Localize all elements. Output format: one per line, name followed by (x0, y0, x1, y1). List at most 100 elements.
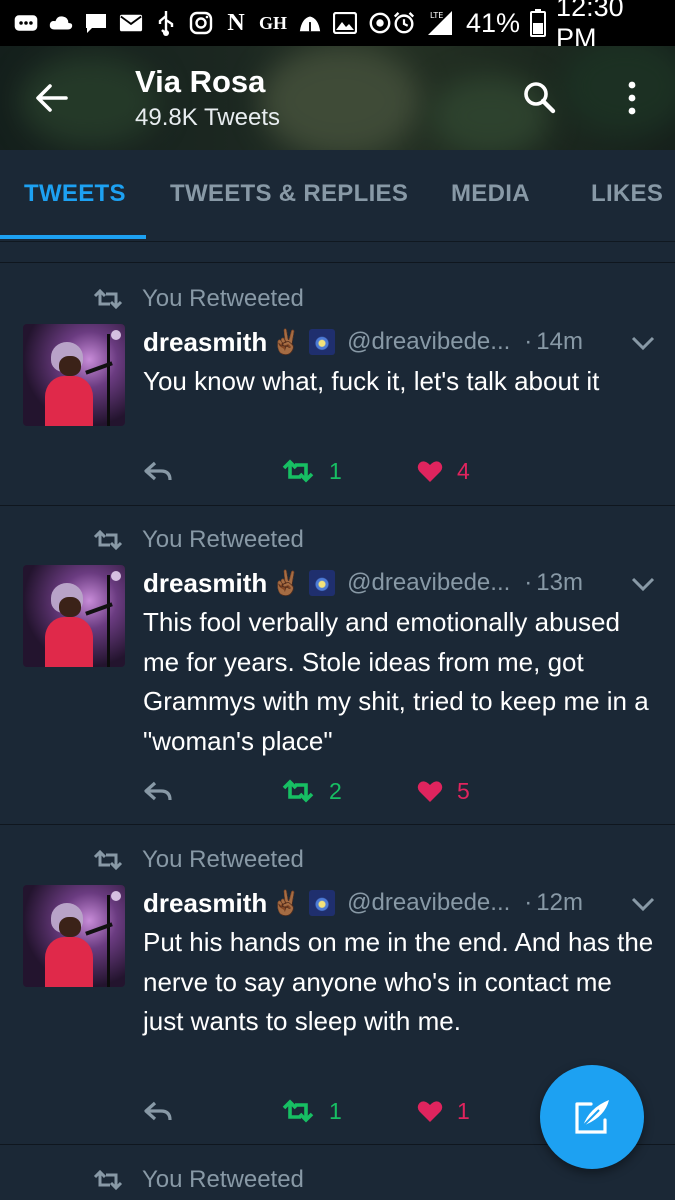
app-root: N GH LTE 41% 12:30 PM Via Rosa 49.8K Twe… (0, 0, 675, 1200)
battery-icon (530, 9, 547, 37)
svg-text:LTE: LTE (430, 11, 443, 20)
notification-icons: N GH (14, 10, 392, 36)
tweet-item[interactable]: You Retweeted (0, 1165, 675, 1200)
like-count: 4 (457, 457, 470, 484)
retweet-label: You Retweeted (142, 285, 304, 312)
search-icon (524, 82, 556, 114)
retweet-button[interactable]: 1 (281, 1095, 342, 1127)
reply-button[interactable] (143, 775, 173, 807)
retweet-count: 1 (329, 457, 342, 484)
timestamp[interactable]: 13m (536, 569, 583, 597)
alarm-icon (392, 11, 416, 35)
chevron-down-icon[interactable] (630, 575, 656, 593)
retweet-context: You Retweeted (92, 525, 304, 555)
instagram-icon (189, 11, 213, 35)
status-bar: N GH LTE 41% 12:30 PM (0, 0, 675, 53)
retweet-count: 1 (329, 1097, 342, 1124)
retweet-icon (282, 459, 314, 483)
retweet-context: You Retweeted (92, 1165, 304, 1195)
reply-icon (144, 1101, 172, 1121)
tweet-header: dreasmith ✌🏾 @dreavibede... · 12m (143, 885, 583, 921)
page-title: Via Rosa (135, 64, 266, 99)
cloud-icon (49, 11, 73, 35)
display-name[interactable]: dreasmith (143, 568, 267, 599)
retweet-icon (282, 779, 314, 803)
user-handle[interactable]: @dreavibede... (347, 889, 510, 917)
retweet-button[interactable]: 2 (281, 775, 342, 807)
reply-button[interactable] (143, 455, 173, 487)
compose-tweet-button[interactable] (540, 1065, 644, 1169)
active-tab-indicator (0, 235, 146, 239)
like-button[interactable]: 4 (417, 455, 470, 487)
divider (0, 262, 675, 263)
heart-icon (417, 461, 443, 482)
retweet-label: You Retweeted (142, 1166, 304, 1193)
avatar[interactable] (23, 324, 125, 426)
signal-icon: LTE (426, 11, 456, 35)
display-name[interactable]: dreasmith (143, 888, 267, 919)
like-count: 1 (457, 1097, 470, 1124)
retweet-context: You Retweeted (92, 284, 304, 314)
tweet-item[interactable]: You Retweeted dreasmith ✌🏾 @dreavibede..… (0, 284, 675, 506)
more-icon (14, 11, 38, 35)
tab-likes[interactable]: LIKES (591, 180, 663, 208)
retweet-count: 2 (329, 777, 342, 804)
reply-icon (144, 781, 172, 801)
tweet-actions: 1 4 (143, 455, 543, 487)
tab-tweets[interactable]: TWEETS (24, 180, 126, 208)
netflix-icon: N (227, 10, 245, 36)
tweet-text: This fool verbally and emotionally abuse… (143, 607, 649, 756)
sparkler-emoji-icon (309, 329, 336, 355)
retweet-icon (93, 849, 123, 871)
more-vertical-icon (628, 81, 636, 115)
like-button[interactable]: 5 (417, 775, 470, 807)
display-name[interactable]: dreasmith (143, 327, 267, 358)
signal-tower-icon (298, 11, 322, 35)
sync-icon (368, 11, 392, 35)
back-button[interactable] (32, 80, 72, 116)
tab-tweets-and-replies[interactable]: TWEETS & REPLIES (170, 180, 408, 208)
heart-icon (417, 1101, 443, 1122)
sparkler-emoji-icon (309, 890, 336, 916)
reply-button[interactable] (143, 1095, 173, 1127)
avatar[interactable] (23, 885, 125, 987)
like-button[interactable]: 1 (417, 1095, 470, 1127)
retweet-icon (282, 1099, 314, 1123)
retweet-icon (93, 288, 123, 310)
chevron-down-icon[interactable] (630, 895, 656, 913)
retweet-label: You Retweeted (142, 526, 304, 553)
mail-icon (119, 11, 143, 35)
tweet-item[interactable]: You Retweeted dreasmith ✌🏾 @dreavibede..… (0, 525, 675, 825)
tweet-actions: 1 1 (143, 1095, 543, 1127)
separator-dot: · (524, 569, 533, 596)
tweet-count: 49.8K Tweets (135, 104, 280, 131)
tab-media[interactable]: MEDIA (451, 180, 530, 208)
gh-icon: GH (259, 13, 288, 33)
tweet-text: Put his hands on me in the end. And has … (143, 927, 654, 1036)
retweet-label: You Retweeted (142, 846, 304, 873)
chevron-down-icon[interactable] (630, 334, 656, 352)
image-icon (333, 11, 357, 35)
search-button[interactable] (520, 78, 560, 118)
user-handle[interactable]: @dreavibede... (347, 328, 510, 356)
timestamp[interactable]: 12m (536, 889, 583, 917)
tweet-actions: 2 5 (143, 775, 543, 807)
user-handle[interactable]: @dreavibede... (347, 569, 510, 597)
sparkler-emoji-icon (309, 570, 336, 596)
tweet-header: dreasmith ✌🏾 @dreavibede... · 14m (143, 324, 583, 360)
overflow-menu-button[interactable] (620, 76, 644, 120)
chat-icon (84, 11, 108, 35)
tweet-header: dreasmith ✌🏾 @dreavibede... · 13m (143, 565, 583, 601)
timestamp[interactable]: 14m (536, 328, 583, 356)
tweet-text: You know what, fuck it, let's talk about… (143, 366, 600, 396)
reply-icon (144, 461, 172, 481)
peace-emoji-icon: ✌🏾 (271, 889, 302, 917)
heart-icon (417, 781, 443, 802)
tweet-feed[interactable]: You Retweeted dreasmith ✌🏾 @dreavibede..… (0, 242, 675, 1200)
battery-percent: 41% (466, 7, 521, 38)
peace-emoji-icon: ✌🏾 (271, 569, 302, 597)
retweet-context: You Retweeted (92, 845, 304, 875)
retweet-button[interactable]: 1 (281, 455, 342, 487)
avatar[interactable] (23, 565, 125, 667)
separator-dot: · (524, 328, 533, 355)
